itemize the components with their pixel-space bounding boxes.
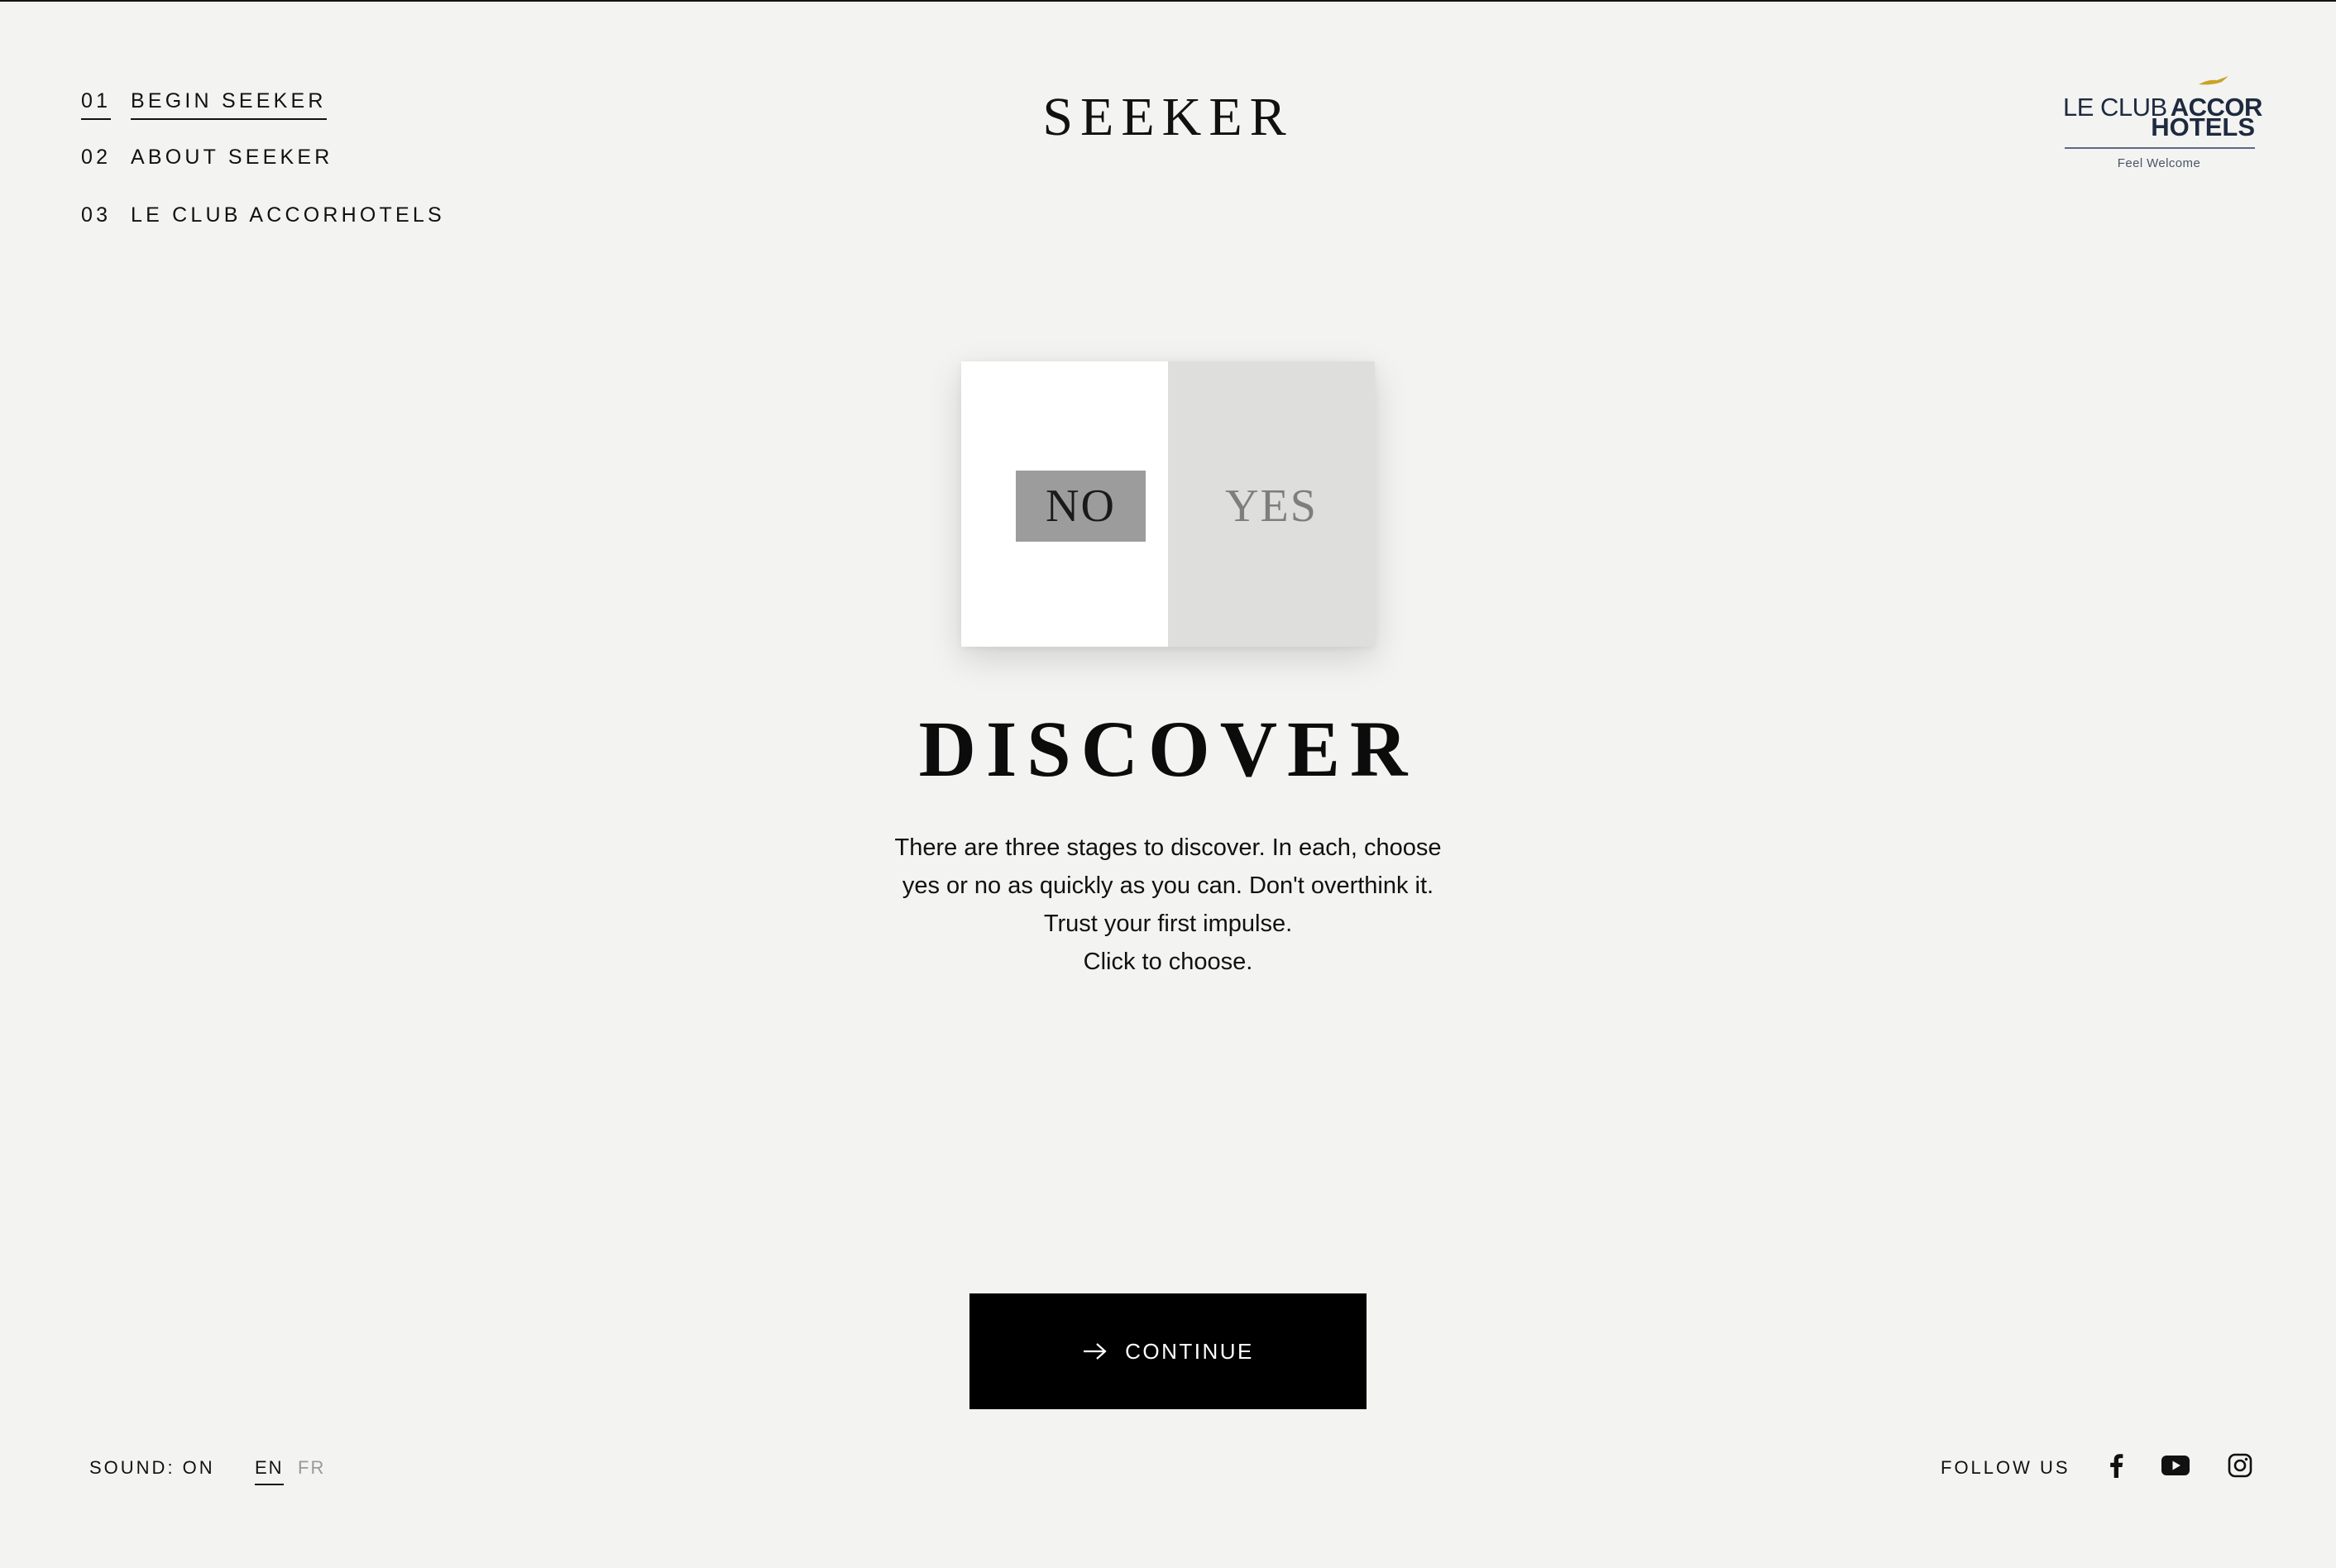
youtube-icon[interactable] [2159,1449,2192,1482]
continue-button[interactable]: CONTINUE [969,1293,1367,1409]
yes-choice-label: YES [1225,480,1318,532]
bird-icon [2199,76,2228,85]
facebook-icon[interactable] [2099,1449,2133,1482]
instructions-line: Trust your first impulse. [1043,911,1293,937]
no-choice-panel[interactable]: NO [961,361,1168,647]
follow-us-label: FOLLOW US [1941,1457,2070,1478]
yes-choice-panel[interactable]: YES [1168,361,1375,647]
arrow-right-icon [1084,1343,1107,1360]
nav-item-label: ABOUT SEEKER [131,146,333,169]
nav-item-label: BEGIN SEEKER [131,89,327,120]
continue-button-label: CONTINUE [1125,1338,1254,1364]
partner-logo-divider [2065,147,2255,149]
sound-toggle[interactable]: SOUND: ON [89,1457,215,1479]
instructions-text: There are three stages to discover. In e… [829,829,1507,981]
brand-logo[interactable]: SEEKER [1042,86,1293,149]
nav-item-label: LE CLUB ACCORHOTELS [131,203,445,227]
instructions-line: There are three stages to discover. In e… [894,834,1442,861]
language-fr[interactable]: FR [298,1457,325,1479]
partner-logo-tagline: Feel Welcome [2117,156,2201,170]
nav-item-number: 01 [81,89,112,120]
language-en[interactable]: EN [255,1457,284,1485]
partner-logo[interactable]: LE CLUB ACCOR HOTELS Feel Welcome [2063,74,2262,174]
choice-card: NO YES [961,361,1375,647]
instructions-line: Click to choose. [1083,949,1253,975]
instructions-line: yes or no as quickly as you can. Don't o… [902,872,1434,899]
nav-item-number: 03 [81,203,112,227]
top-border [0,0,2336,2]
page-title: DISCOVER [918,705,1418,793]
nav-item-number: 02 [81,146,112,169]
instagram-icon[interactable] [2224,1449,2257,1482]
partner-logo-hotels: HOTELS [2151,112,2255,141]
no-choice-label: NO [1016,471,1146,542]
